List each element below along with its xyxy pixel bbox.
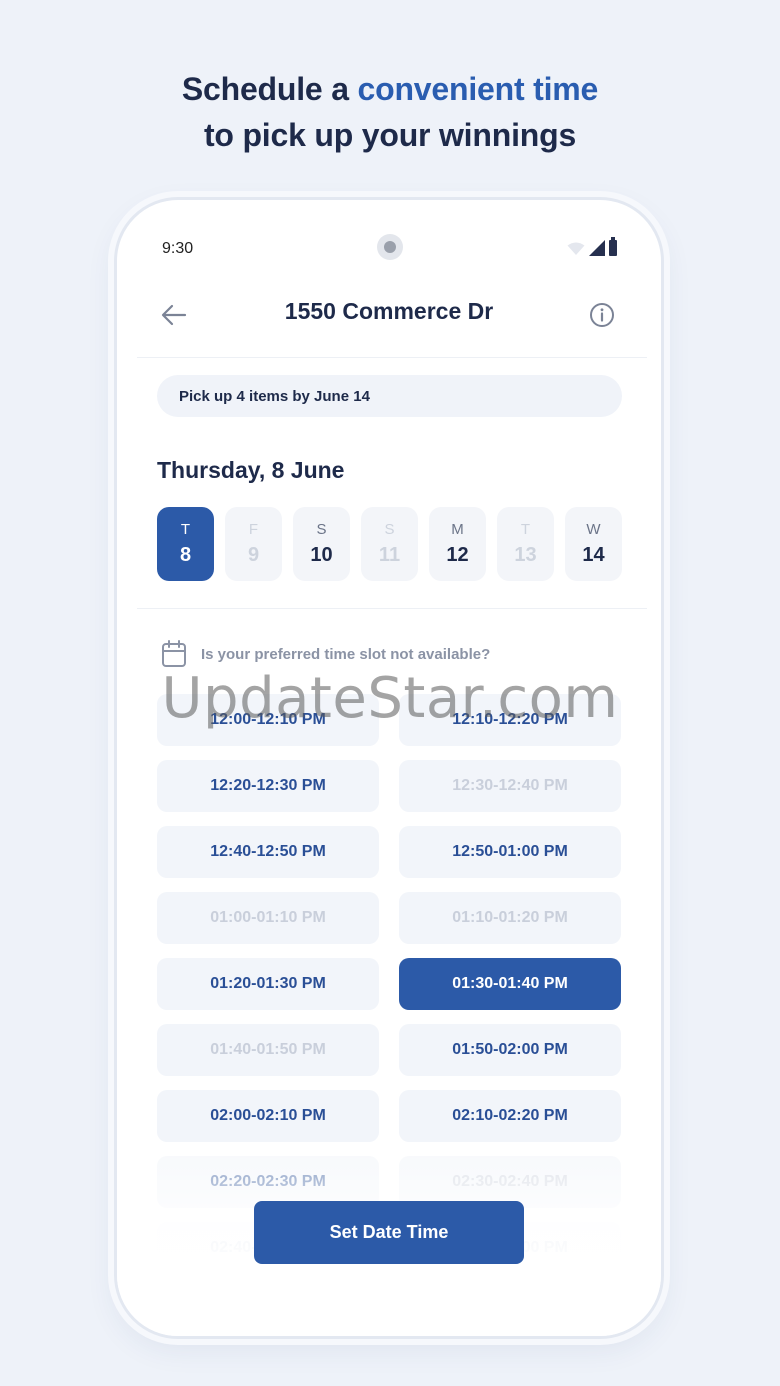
day-number: 8 <box>179 544 192 566</box>
info-icon <box>590 303 614 327</box>
time-slot: 01:00-01:10 PM <box>157 892 379 944</box>
day-chip[interactable]: W 14 <box>565 507 622 581</box>
time-slot[interactable]: 12:50-01:00 PM <box>399 826 621 878</box>
day-chip: T 13 <box>497 507 554 581</box>
time-slot[interactable]: 12:10-12:20 PM <box>399 694 621 746</box>
day-number: 14 <box>582 544 605 566</box>
day-number: 12 <box>446 544 469 566</box>
headline: Schedule a convenient time to pick up yo… <box>0 66 780 158</box>
day-chip: F9 <box>225 507 282 581</box>
time-slot-selected[interactable]: 01:30-01:40 PM <box>399 958 621 1010</box>
day-of-week: F <box>248 521 259 538</box>
day-of-week: M <box>451 521 464 538</box>
page-title: 1550 Commerce Dr <box>284 298 494 324</box>
time-slot[interactable]: 02:00-02:10 PM <box>157 1090 379 1142</box>
day-selector: T8 F9 S 10 S 11 M 12 T 13 W 14 <box>157 507 622 581</box>
system-icons <box>567 237 617 256</box>
day-of-week: S <box>316 521 327 538</box>
day-of-week: T <box>180 521 191 538</box>
headline-prefix: Schedule a <box>181 71 358 107</box>
day-of-week: W <box>586 521 601 538</box>
wifi-icon <box>567 242 585 255</box>
headline-line-2: to pick up your winnings <box>203 117 577 153</box>
time-slot: 01:10-01:20 PM <box>399 892 621 944</box>
app-header: 1550 Commerce Dr <box>117 286 661 356</box>
day-number: 10 <box>310 544 333 566</box>
day-chip[interactable]: M 12 <box>429 507 486 581</box>
back-button[interactable] <box>157 298 191 332</box>
phone-frame: 9:30 1550 Commerce Dr Pick up 4 items by… <box>114 197 664 1339</box>
time-slot[interactable]: 02:10-02:20 PM <box>399 1090 621 1142</box>
time-slot[interactable]: 01:50-02:00 PM <box>399 1024 621 1076</box>
unavailable-slot-link[interactable]: Is your preferred time slot not availabl… <box>161 640 490 668</box>
section-divider <box>137 608 647 609</box>
time-slot: 12:30-12:40 PM <box>399 760 621 812</box>
calendar-icon <box>162 640 186 667</box>
status-bar: 9:30 <box>117 200 661 290</box>
day-number: 9 <box>247 544 260 566</box>
status-time: 9:30 <box>162 240 194 257</box>
set-date-time-button[interactable]: Set Date Time <box>254 1201 524 1264</box>
headline-accent: convenient time <box>357 71 599 107</box>
headline-line-1: Schedule a convenient time <box>0 66 780 112</box>
arrow-left-icon <box>161 304 187 326</box>
camera-cutout <box>377 234 403 260</box>
day-number: 13 <box>514 544 537 566</box>
day-of-week: T <box>520 521 531 538</box>
day-chip: S 11 <box>361 507 418 581</box>
time-slot[interactable]: 12:00-12:10 PM <box>157 694 379 746</box>
day-chip[interactable]: T8 <box>157 507 214 581</box>
time-slot[interactable]: 01:20-01:30 PM <box>157 958 379 1010</box>
selected-date-title: Thursday, 8 June <box>157 457 345 483</box>
signal-icon <box>589 240 605 256</box>
header-divider <box>137 357 647 358</box>
time-slot-grid: 12:00-12:10 PM 12:10-12:20 PM 12:20-12:3… <box>157 694 621 1274</box>
info-button[interactable] <box>585 298 619 332</box>
unavailable-slot-text: Is your preferred time slot not availabl… <box>201 645 491 663</box>
pickup-notice: Pick up 4 items by June 14 <box>157 375 622 417</box>
day-chip[interactable]: S 10 <box>293 507 350 581</box>
day-of-week: S <box>384 521 395 538</box>
time-slot[interactable]: 12:40-12:50 PM <box>157 826 379 878</box>
battery-icon <box>609 237 617 256</box>
time-slot[interactable]: 12:20-12:30 PM <box>157 760 379 812</box>
time-slot: 01:40-01:50 PM <box>157 1024 379 1076</box>
day-number: 11 <box>378 544 401 566</box>
